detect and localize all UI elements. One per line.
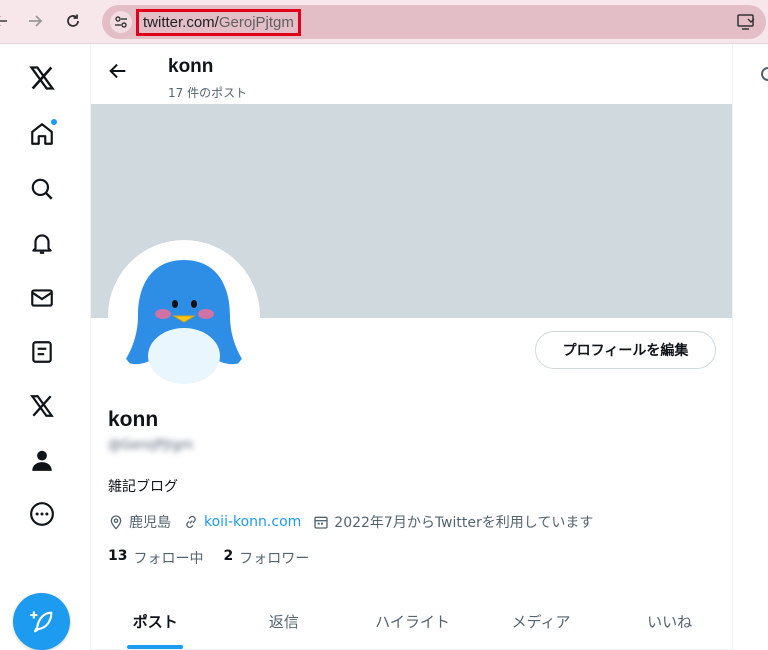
tab-likes[interactable]: いいね: [605, 594, 732, 649]
site-settings-icon[interactable]: [110, 11, 132, 33]
joined-text: 2022年7月からTwitterを利用しています: [334, 515, 594, 531]
profile-icon[interactable]: [24, 442, 60, 478]
premium-x-icon[interactable]: [24, 388, 60, 424]
tab-replies[interactable]: 返信: [220, 594, 349, 649]
followers-link[interactable]: 2 フォロワー: [223, 548, 309, 568]
lists-icon[interactable]: [24, 334, 60, 370]
following-label: フォロー中: [133, 551, 204, 567]
profile-column: konn 17 件のポスト プロフィールを編集 konn @GerojPjtgm…: [90, 44, 733, 650]
bell-icon[interactable]: [24, 225, 60, 261]
tab-highlights-label: ハイライト: [375, 613, 450, 631]
profile-bio: 雑記ブログ: [108, 479, 178, 495]
link-icon: [186, 515, 196, 529]
mail-icon[interactable]: [24, 280, 60, 316]
forward-icon[interactable]: [22, 8, 48, 34]
post-count: 17 件のポスト: [168, 86, 248, 100]
user-handle: @GerojPjtgm: [108, 438, 194, 453]
profile-meta: 鹿児島 koii-konn.com 2022年7月からTwitterを利用してい…: [108, 512, 601, 532]
notification-dot: [50, 118, 58, 126]
followers-count: 2: [223, 548, 234, 564]
follow-stats: 13 フォロー中 2 フォロワー: [108, 548, 309, 568]
more-icon[interactable]: [24, 496, 60, 532]
display-name: konn: [108, 408, 159, 431]
calendar-icon: [314, 516, 328, 529]
profile-header: konn 17 件のポスト: [91, 44, 732, 104]
avatar[interactable]: [108, 240, 260, 392]
joined-item: 2022年7月からTwitterを利用しています: [313, 512, 593, 532]
compose-post-button[interactable]: [13, 593, 70, 650]
profile-tabs: ポスト 返信 ハイライト メディア いいね: [91, 594, 732, 650]
right-panel: [734, 44, 768, 650]
following-count: 13: [108, 548, 128, 564]
tab-media[interactable]: メディア: [477, 594, 606, 649]
location-text: 鹿児島: [129, 515, 171, 531]
home-icon[interactable]: [24, 116, 60, 152]
following-link[interactable]: 13 フォロー中: [108, 548, 203, 568]
tab-replies-label: 返信: [268, 613, 299, 631]
header-name: konn: [168, 56, 214, 77]
reload-icon[interactable]: [60, 8, 86, 34]
back-arrow-icon[interactable]: [107, 60, 131, 84]
search-icon[interactable]: [24, 171, 60, 207]
active-tab-indicator: [127, 645, 184, 649]
url-text[interactable]: twitter.com/GerojPjtgm: [136, 9, 301, 36]
address-bar[interactable]: twitter.com/GerojPjtgm: [102, 5, 766, 39]
feather-plus-icon: [29, 611, 52, 632]
tab-media-label: メディア: [511, 613, 571, 631]
back-icon[interactable]: [0, 8, 14, 34]
partial-search-icon[interactable]: [758, 66, 768, 90]
install-app-icon[interactable]: [736, 13, 756, 35]
website-link[interactable]: koii-konn.com: [204, 514, 301, 530]
browser-toolbar: twitter.com/GerojPjtgm: [0, 0, 768, 44]
location-item: 鹿児島: [108, 512, 171, 532]
x-logo-icon[interactable]: [24, 60, 60, 96]
url-host: twitter.com/: [143, 14, 219, 31]
tab-likes-label: いいね: [647, 613, 693, 631]
edit-profile-button[interactable]: プロフィールを編集: [535, 331, 716, 369]
website-item: koii-konn.com: [183, 514, 301, 530]
sidebar-nav: [0, 44, 90, 650]
url-path: GerojPjtgm: [218, 14, 294, 31]
followers-label: フォロワー: [239, 551, 310, 567]
tab-posts[interactable]: ポスト: [91, 594, 220, 649]
location-pin-icon: [110, 515, 122, 530]
tab-highlights[interactable]: ハイライト: [348, 594, 477, 649]
tab-posts-label: ポスト: [132, 613, 178, 631]
penguin-avatar-icon: [124, 260, 244, 384]
